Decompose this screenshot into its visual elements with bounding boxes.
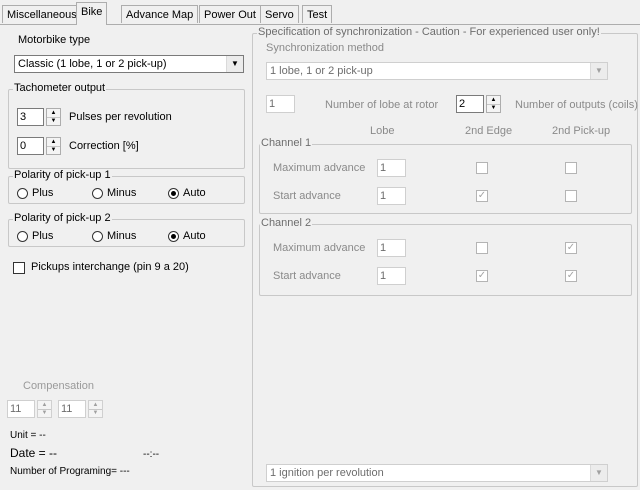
motorbike-type-value: Classic (1 lobe, 1 or 2 pick-up) (18, 58, 167, 70)
polarity1-plus-radio[interactable] (17, 188, 28, 199)
compensation-input-1[interactable]: 11 (7, 400, 35, 418)
tachometer-group: Tachometer output (8, 82, 245, 169)
motorbike-type-label: Motorbike type (18, 34, 91, 46)
outputs-stepper[interactable]: ▲ ▼ (486, 95, 501, 113)
stepper-down-icon[interactable]: ▼ (47, 117, 60, 125)
polarity1-auto-label: Auto (183, 187, 206, 199)
pickups-interchange-checkbox[interactable] (13, 262, 25, 274)
sync-spec-title: Specification of synchronization - Cauti… (257, 26, 601, 38)
outputs-label: Number of outputs (coils) (515, 99, 638, 111)
date-text: Date = -- (10, 446, 58, 460)
chevron-down-icon[interactable]: ▼ (590, 63, 607, 79)
channel1-group: Channel 1 (259, 137, 632, 214)
unit-text: Unit = -- (10, 430, 46, 441)
chevron-down-icon[interactable]: ▼ (226, 56, 243, 72)
ch2-start-advance-edge-checkbox[interactable]: ✓ (476, 270, 488, 282)
pulses-stepper[interactable]: ▲ ▼ (46, 108, 61, 126)
compensation-input-2[interactable]: 11 (58, 400, 86, 418)
ignition-value: 1 ignition per revolution (270, 467, 384, 479)
polarity1-minus-label: Minus (107, 187, 137, 199)
ch2-start-advance-pickup-checkbox[interactable]: ✓ (565, 270, 577, 282)
channel1-title: Channel 1 (260, 137, 313, 149)
polarity2-minus-label: Minus (107, 230, 137, 242)
channel2-group: Channel 2 (259, 217, 632, 296)
tab-power-out[interactable]: Power Out (199, 5, 261, 23)
stepper-down-icon[interactable]: ▼ (487, 104, 500, 112)
polarity2-plus-label: Plus (32, 230, 54, 242)
ch2-start-advance-label: Start advance (273, 270, 341, 282)
stepper-down-icon[interactable]: ▼ (38, 409, 51, 417)
sync-method-label: Synchronization method (266, 42, 385, 54)
programing-text: Number of Programing= --- (10, 466, 130, 477)
polarity2-plus-radio[interactable] (17, 231, 28, 242)
correction-label: Correction [%] (69, 140, 139, 152)
ch1-max-advance-pickup-checkbox[interactable] (565, 162, 577, 174)
pulses-input[interactable]: 3 (17, 108, 44, 126)
ignition-select[interactable]: 1 ignition per revolution ▼ (266, 464, 608, 482)
ch1-max-advance-edge-checkbox[interactable] (476, 162, 488, 174)
correction-input[interactable]: 0 (17, 137, 44, 155)
stepper-down-icon[interactable]: ▼ (47, 146, 60, 154)
ch2-start-advance-lobe[interactable]: 1 (377, 267, 406, 285)
tab-miscellaneous[interactable]: Miscellaneous (2, 5, 82, 23)
pulses-label: Pulses per revolution (69, 111, 172, 123)
compensation-stepper-1[interactable]: ▲ ▼ (37, 400, 52, 418)
ch2-max-advance-lobe[interactable]: 1 (377, 239, 406, 257)
tab-bike[interactable]: Bike (76, 2, 108, 25)
sync-method-select[interactable]: 1 lobe, 1 or 2 pick-up ▼ (266, 62, 608, 80)
polarity2-minus-radio[interactable] (92, 231, 103, 242)
compensation-stepper-2[interactable]: ▲ ▼ (88, 400, 103, 418)
tab-test[interactable]: Test (302, 5, 333, 23)
polarity2-title: Polarity of pick-up 2 (13, 212, 112, 224)
compensation-label: Compensation (23, 380, 94, 392)
time-text: --:-- (143, 449, 160, 460)
ch1-start-advance-label: Start advance (273, 190, 341, 202)
pickups-interchange-label: Pickups interchange (pin 9 a 20) (31, 261, 189, 273)
ch1-max-advance-lobe[interactable]: 1 (377, 159, 406, 177)
ch1-start-advance-lobe[interactable]: 1 (377, 187, 406, 205)
col-header-edge: 2nd Edge (465, 125, 513, 137)
lobe-count-input[interactable]: 1 (266, 95, 295, 113)
ch2-max-advance-label: Maximum advance (273, 242, 366, 254)
polarity1-minus-radio[interactable] (92, 188, 103, 199)
polarity2-auto-label: Auto (183, 230, 206, 242)
sync-method-value: 1 lobe, 1 or 2 pick-up (270, 65, 373, 77)
stepper-down-icon[interactable]: ▼ (89, 409, 102, 417)
tab-advance-map[interactable]: Advance Map (121, 5, 199, 23)
tab-bar: Miscellaneous Bike Advance Map Power Out… (0, 2, 640, 25)
chevron-down-icon[interactable]: ▼ (590, 465, 607, 481)
motorbike-type-select[interactable]: Classic (1 lobe, 1 or 2 pick-up) ▼ (14, 55, 244, 73)
ch2-max-advance-pickup-checkbox[interactable]: ✓ (565, 242, 577, 254)
tachometer-title: Tachometer output (13, 82, 107, 94)
outputs-input[interactable]: 2 (456, 95, 484, 113)
col-header-pickup: 2nd Pick-up (552, 125, 611, 137)
ch2-max-advance-edge-checkbox[interactable] (476, 242, 488, 254)
ch1-start-advance-pickup-checkbox[interactable] (565, 190, 577, 202)
ch1-max-advance-label: Maximum advance (273, 162, 366, 174)
channel2-title: Channel 2 (260, 217, 313, 229)
ch1-start-advance-edge-checkbox[interactable]: ✓ (476, 190, 488, 202)
polarity1-title: Polarity of pick-up 1 (13, 169, 112, 181)
lobe-count-label: Number of lobe at rotor (325, 99, 439, 111)
polarity1-plus-label: Plus (32, 187, 54, 199)
polarity1-auto-radio[interactable] (168, 188, 179, 199)
tab-servo[interactable]: Servo (260, 5, 299, 23)
polarity2-auto-radio[interactable] (168, 231, 179, 242)
correction-stepper[interactable]: ▲ ▼ (46, 137, 61, 155)
col-header-lobe: Lobe (370, 125, 395, 137)
